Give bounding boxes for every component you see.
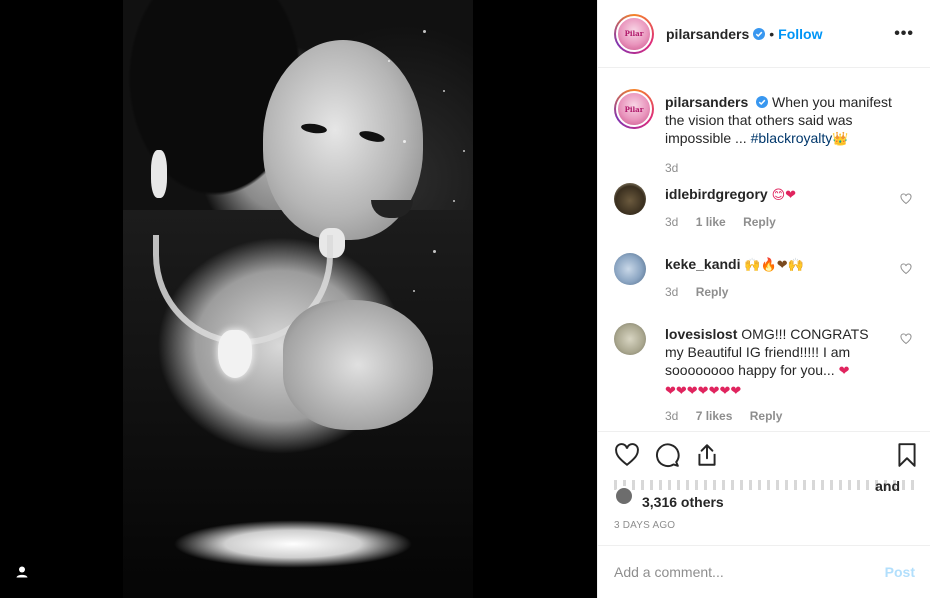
sparkle (403, 140, 406, 143)
header-separator: • (769, 25, 775, 42)
add-comment-input[interactable] (614, 564, 885, 580)
photo-eye-right (358, 128, 386, 145)
comments-list[interactable]: Pilar pilarsanders When you manifest the… (598, 69, 930, 431)
caption-time[interactable]: 3d (665, 161, 678, 175)
comment-likes[interactable]: 1 like (696, 215, 726, 229)
post-media[interactable] (0, 0, 597, 598)
sparkle (453, 200, 455, 202)
share-icon[interactable] (694, 442, 720, 468)
photo-brooch (173, 520, 413, 568)
verified-badge-icon (756, 96, 769, 108)
raised-hands-fire-heart-emoji-icon: 🙌🔥❤🙌 (744, 258, 804, 273)
author-avatar[interactable]: Pilar (614, 13, 654, 54)
sparkle (443, 90, 445, 92)
caption-text: pilarsanders When you manifest the visio… (665, 93, 905, 149)
comment-reply-button[interactable]: Reply (696, 285, 729, 299)
photo-hand (283, 300, 433, 430)
comment-time[interactable]: 3d (665, 215, 678, 229)
photo-face (263, 40, 423, 240)
comment-likes[interactable]: 7 likes (696, 409, 733, 423)
comment-reply-button[interactable]: Reply (750, 409, 783, 423)
post-side-panel: Pilar pilarsanders • Follow ••• Pilar pi… (597, 0, 930, 598)
caption-hashtag[interactable]: #blackroyalty (751, 130, 833, 146)
caption-meta: 3d (665, 161, 692, 175)
commenter-avatar[interactable] (614, 323, 646, 355)
commenter-avatar[interactable] (614, 253, 646, 285)
follow-button[interactable]: Follow (778, 26, 822, 42)
post-timestamp[interactable]: 3 DAYS AGO (614, 520, 675, 531)
sparkle (423, 30, 426, 33)
comment-text: idlebirdgregory 😊❤ (665, 185, 887, 205)
post-header: Pilar pilarsanders • Follow ••• (598, 0, 930, 68)
comment-username[interactable]: idlebirdgregory (665, 186, 768, 202)
caption-avatar[interactable]: Pilar (614, 89, 654, 129)
hearts-row-emoji-icon: ❤❤❤❤❤❤❤ (665, 384, 742, 399)
photo-earring (151, 150, 167, 198)
more-options-button[interactable]: ••• (894, 25, 914, 43)
comment-like-heart-icon[interactable] (900, 193, 912, 205)
comment-bubble-icon[interactable] (654, 442, 680, 468)
comment-meta: 3d 7 likes Reply (665, 409, 796, 423)
comment-time[interactable]: 3d (665, 285, 678, 299)
comment-username[interactable]: lovesislost (665, 326, 737, 342)
photo-eye-left (300, 122, 328, 135)
caption-avatar-image: Pilar (616, 91, 652, 127)
save-bookmark-icon[interactable] (894, 442, 920, 468)
sparkle (463, 150, 465, 152)
photo-pendant (218, 330, 252, 378)
likes-obscured-names (614, 480, 914, 490)
post-comment-button[interactable]: Post (885, 564, 915, 580)
like-heart-icon[interactable] (614, 442, 640, 468)
liker-avatar (614, 486, 634, 506)
comment-meta: 3d 1 like Reply (665, 215, 790, 229)
comment-text: lovesislost OMG!!! CONGRATS my Beautiful… (665, 325, 887, 401)
heart-emoji-icon: ❤ (838, 364, 850, 379)
post-actions (598, 431, 930, 481)
comment-like-heart-icon[interactable] (900, 333, 912, 345)
add-comment-bar: Post (598, 545, 930, 598)
verified-badge-icon (753, 27, 766, 40)
post-photo[interactable] (123, 0, 473, 598)
likes-and: and (875, 478, 900, 494)
comment-reply-button[interactable]: Reply (743, 215, 776, 229)
sparkle (413, 290, 415, 292)
comment-time[interactable]: 3d (665, 409, 678, 423)
author-username[interactable]: pilarsanders (666, 26, 749, 42)
likes-others-count[interactable]: 3,316 others (642, 494, 724, 510)
author-avatar-image: Pilar (616, 15, 652, 52)
crown-emoji-icon: 👑 (832, 132, 849, 147)
user-tag-icon[interactable] (12, 562, 32, 582)
smile-heart-emoji-icon: 😊❤ (771, 188, 797, 203)
likes-summary[interactable]: and 3,316 others (614, 478, 914, 514)
sparkle (388, 60, 390, 62)
comment-username[interactable]: keke_kandi (665, 256, 741, 272)
comment-meta: 3d Reply (665, 285, 742, 299)
comment-like-heart-icon[interactable] (900, 263, 912, 275)
sparkle (433, 250, 436, 253)
comment-text: keke_kandi 🙌🔥❤🙌 (665, 255, 887, 275)
commenter-avatar[interactable] (614, 183, 646, 215)
caption-username[interactable]: pilarsanders (665, 94, 748, 110)
